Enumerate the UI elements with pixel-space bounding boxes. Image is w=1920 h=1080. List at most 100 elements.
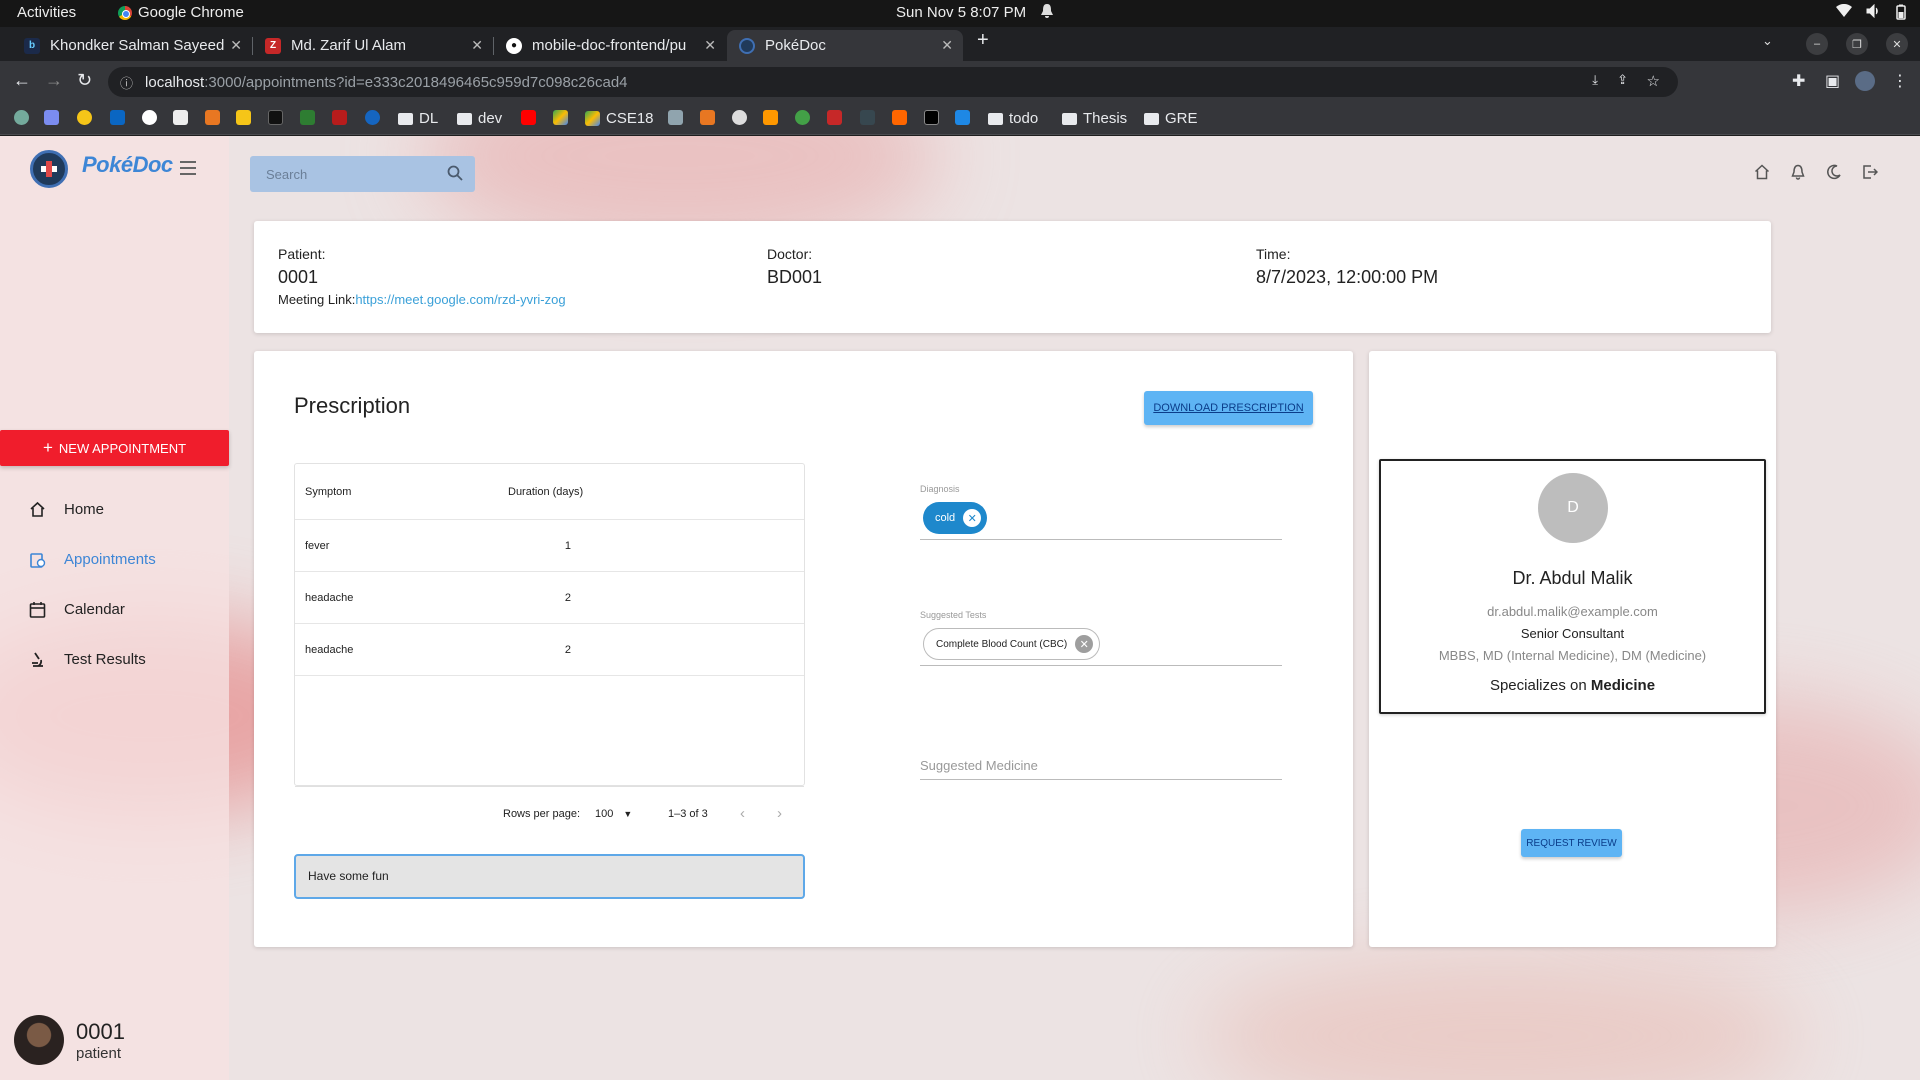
rows-per-page-select[interactable]: 100 ▼ — [595, 808, 632, 820]
notion-icon[interactable] — [173, 110, 188, 125]
notification-bell-icon[interactable] — [1040, 3, 1054, 23]
menu-toggle-icon[interactable] — [180, 161, 196, 179]
minimize-icon[interactable]: – — [1806, 33, 1828, 55]
tab-close-icon[interactable]: ✕ — [230, 37, 242, 54]
bookmark-stack-icon[interactable] — [668, 110, 683, 125]
request-review-button[interactable]: REQUEST REVIEW — [1521, 829, 1622, 857]
close-window-icon[interactable]: ✕ — [1886, 33, 1908, 55]
bookmark-folder-gre[interactable]: GRE — [1144, 110, 1198, 127]
previous-page-icon[interactable]: ‹ — [740, 805, 745, 822]
specializes-label: Specializes on — [1489, 677, 1587, 694]
next-page-icon[interactable]: › — [777, 805, 782, 822]
clock[interactable]: Sun Nov 5 8:07 PM — [896, 4, 1026, 21]
new-tab-button[interactable]: + — [977, 29, 989, 52]
back-arrow-icon[interactable]: ← — [13, 70, 31, 91]
bookmark-globe-icon[interactable] — [732, 110, 747, 125]
sidebar-item-home[interactable]: Home — [28, 500, 104, 518]
bookmark-sparkle-icon[interactable] — [44, 110, 59, 125]
app-viewport: PokéDoc + NEW APPOINTMENT Home Appointme… — [0, 136, 1920, 1080]
tab-close-icon[interactable]: ✕ — [704, 37, 716, 54]
bookmark-red-icon[interactable] — [332, 110, 347, 125]
profile-avatar[interactable] — [1855, 71, 1875, 91]
table-row[interactable]: headache 2 — [295, 572, 804, 624]
table-row[interactable]: fever 1 — [295, 520, 804, 572]
bookmark-yellow-icon[interactable] — [77, 110, 92, 125]
bookmark-bdt-icon[interactable] — [860, 110, 875, 125]
notifications-icon[interactable] — [1790, 164, 1806, 185]
download-prescription-button[interactable]: DOWNLOAD PRESCRIPTION — [1144, 391, 1313, 425]
chip-remove-icon[interactable]: ✕ — [1075, 635, 1094, 653]
home-nav-icon[interactable] — [1754, 164, 1770, 185]
tab-close-icon[interactable]: ✕ — [941, 37, 953, 54]
user-profile[interactable]: 0001 patient — [14, 1015, 125, 1065]
sidebar-item-label: Appointments — [64, 550, 156, 568]
column-header-symptom[interactable]: Symptom — [305, 486, 351, 498]
bookmark-cse18[interactable]: CSE18 — [585, 110, 654, 127]
sidebar-item-test-results[interactable]: Test Results — [28, 650, 146, 668]
bookmark-doc-icon[interactable] — [955, 110, 970, 125]
ycombinator-icon[interactable] — [892, 110, 907, 125]
folder-icon — [1144, 112, 1159, 125]
app-menu[interactable]: Google Chrome — [118, 4, 244, 21]
logout-icon[interactable] — [1862, 164, 1879, 185]
bookmark-dark-icon[interactable] — [268, 110, 283, 125]
sidebar: PokéDoc + NEW APPOINTMENT Home Appointme… — [0, 136, 229, 1080]
bookmark-codeforces-icon[interactable] — [827, 110, 842, 125]
bookmark-folder-todo[interactable]: todo — [988, 110, 1038, 127]
address-bar[interactable]: ⓘ localhost:3000/appointments?id=e333c20… — [108, 67, 1678, 97]
browser-tab[interactable]: b Khondker Salman Sayeed ✕ — [12, 30, 252, 61]
share-icon[interactable]: ⇪ — [1617, 72, 1628, 88]
brand-name[interactable]: PokéDoc — [82, 152, 173, 178]
github-bookmark-icon[interactable] — [142, 110, 157, 125]
bookmark-folder-thesis[interactable]: Thesis — [1062, 110, 1127, 127]
browser-menu-icon[interactable]: ⋮ — [1892, 71, 1908, 91]
prescription-note-textarea[interactable]: Have some fun — [294, 854, 805, 899]
bookmark-orange-icon[interactable] — [205, 110, 220, 125]
reload-icon[interactable]: ↻ — [77, 70, 92, 91]
bookmark-star-icon[interactable]: ☆ — [1647, 72, 1660, 90]
bookmark-folder-dl[interactable]: DL — [398, 110, 438, 127]
forward-arrow-icon[interactable]: → — [45, 70, 63, 91]
extensions-icon[interactable]: ✚ — [1792, 71, 1805, 91]
linkedin-icon[interactable] — [110, 110, 125, 125]
bookmark-in-icon[interactable] — [700, 110, 715, 125]
bookmark-green-icon[interactable] — [300, 110, 315, 125]
restore-icon[interactable]: ❐ — [1846, 33, 1868, 55]
drive-icon[interactable] — [553, 110, 568, 125]
new-appointment-button[interactable]: + NEW APPOINTMENT — [0, 430, 229, 466]
browser-tab[interactable]: ● mobile-doc-frontend/pu ✕ — [494, 30, 726, 61]
patient-value: 0001 — [278, 267, 319, 287]
dev-to-icon[interactable] — [924, 110, 939, 125]
bookmark-chatgpt-icon[interactable] — [14, 110, 29, 125]
bookmark-folder-dev[interactable]: dev — [457, 110, 502, 127]
browser-tab[interactable]: Z Md. Zarif Ul Alam ✕ — [253, 30, 493, 61]
diagnosis-chip[interactable]: cold ✕ — [923, 502, 988, 534]
bookmark-leaf-icon[interactable] — [795, 110, 810, 125]
bookmark-label: Thesis — [1083, 110, 1128, 127]
browser-tab-active[interactable]: PokéDoc ✕ — [727, 30, 963, 61]
bookmark-yellow2-icon[interactable] — [236, 110, 251, 125]
pokedoc-logo-icon[interactable] — [30, 150, 68, 188]
sidebar-item-appointments[interactable]: Appointments — [28, 550, 156, 568]
sidebar-item-calendar[interactable]: Calendar — [28, 600, 125, 618]
chip-remove-icon[interactable]: ✕ — [963, 509, 982, 527]
tab-title: mobile-doc-frontend/pu — [532, 37, 687, 54]
search-input[interactable]: Search — [250, 156, 475, 192]
tab-search-chevron-icon[interactable]: ⌄ — [1762, 33, 1773, 49]
tab-close-icon[interactable]: ✕ — [471, 37, 483, 54]
activities-button[interactable]: Activities — [17, 4, 76, 21]
site-info-icon[interactable]: ⓘ — [120, 73, 133, 92]
test-chip[interactable]: Complete Blood Count (CBC) ✕ — [923, 628, 1101, 660]
bookmark-blue-c-icon[interactable] — [365, 110, 380, 125]
install-icon[interactable]: ⤓ — [1592, 72, 1598, 88]
table-row[interactable]: headache 2 — [295, 624, 804, 676]
column-header-duration[interactable]: Duration (days) — [508, 486, 583, 498]
youtube-icon[interactable] — [521, 110, 536, 125]
meeting-link[interactable]: https://meet.google.com/rzd-yvri-zog — [355, 292, 565, 307]
dark-mode-icon[interactable] — [1826, 164, 1842, 185]
search-icon[interactable] — [447, 165, 463, 184]
bookmark-orange2-icon[interactable] — [763, 110, 778, 125]
system-tray[interactable] — [1836, 3, 1906, 23]
suggested-medicine-input[interactable]: Suggested Medicine — [920, 758, 1038, 773]
side-panel-icon[interactable]: ▣ — [1825, 71, 1840, 91]
